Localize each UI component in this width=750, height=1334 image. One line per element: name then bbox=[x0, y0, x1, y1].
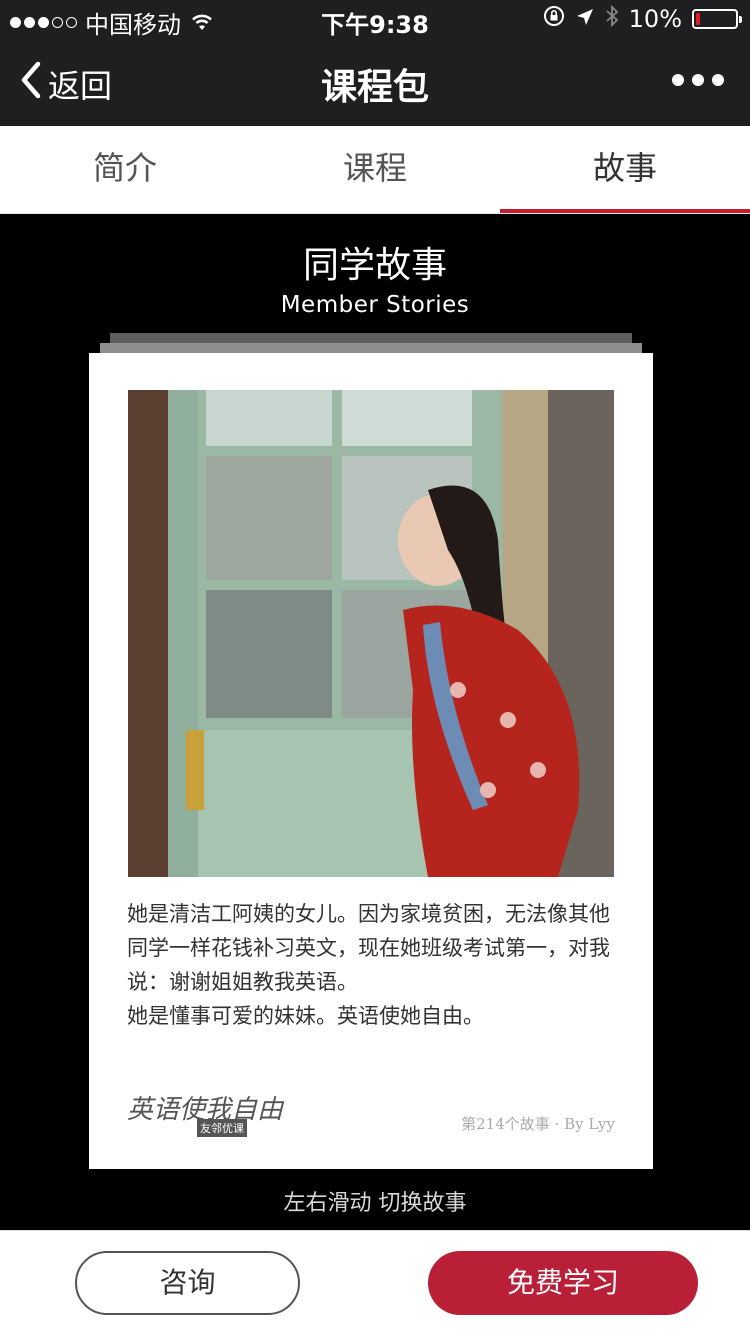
section-title: 同学故事 bbox=[302, 245, 447, 286]
battery-icon bbox=[692, 9, 742, 29]
location-arrow-icon bbox=[575, 5, 595, 33]
consult-button[interactable]: 咨询 bbox=[75, 1251, 300, 1315]
bluetooth-icon bbox=[605, 4, 619, 33]
story-section: 同学故事 Member Stories 她是清洁工阿姨的女儿。因为家境贫困，无法… bbox=[0, 214, 750, 1230]
battery-percentage: 10% bbox=[628, 5, 682, 33]
lock-rotation-icon bbox=[543, 5, 565, 33]
story-paragraph: 她是懂事可爱的妹妹。英语使她自由。 bbox=[127, 1004, 484, 1028]
tab-courses[interactable]: 课程 bbox=[250, 126, 500, 213]
back-button[interactable]: 返回 bbox=[18, 60, 112, 108]
back-chevron-icon bbox=[18, 60, 44, 108]
nav-bar: 返回 课程包 bbox=[0, 40, 750, 126]
story-text: 她是清洁工阿姨的女儿。因为家境贫困，无法像其他同学一样花钱补习英文，现在她班级考… bbox=[127, 897, 617, 1033]
tab-bar: 简介 课程 故事 bbox=[0, 126, 750, 214]
story-card[interactable]: 她是清洁工阿姨的女儿。因为家境贫困，无法像其他同学一样花钱补习英文，现在她班级考… bbox=[89, 353, 653, 1169]
back-label: 返回 bbox=[48, 67, 113, 105]
story-credit: 第214个故事 · By Lyy bbox=[461, 1115, 615, 1133]
free-study-button[interactable]: 免费学习 bbox=[428, 1251, 698, 1315]
action-footer: 咨询 免费学习 bbox=[0, 1230, 750, 1334]
story-photo bbox=[128, 390, 614, 877]
tab-stories[interactable]: 故事 bbox=[500, 126, 750, 213]
more-icon[interactable] bbox=[672, 74, 724, 86]
logo-badge: 友邻优课 bbox=[197, 1119, 247, 1137]
status-right: 10% bbox=[543, 4, 742, 33]
brand-logo: 英语使我自由 友邻优课 bbox=[127, 1089, 283, 1139]
status-bar: 中国移动 下午9:38 10% bbox=[0, 0, 750, 40]
story-paragraph: 她是清洁工阿姨的女儿。因为家境贫困，无法像其他同学一样花钱补习英文，现在她班级考… bbox=[127, 902, 610, 994]
swipe-hint: 左右滑动 切换故事 bbox=[283, 1191, 467, 1216]
section-subtitle: Member Stories bbox=[280, 292, 470, 318]
battery-level-fill bbox=[696, 13, 700, 25]
tab-intro[interactable]: 简介 bbox=[0, 126, 250, 213]
page-title: 课程包 bbox=[320, 67, 429, 108]
